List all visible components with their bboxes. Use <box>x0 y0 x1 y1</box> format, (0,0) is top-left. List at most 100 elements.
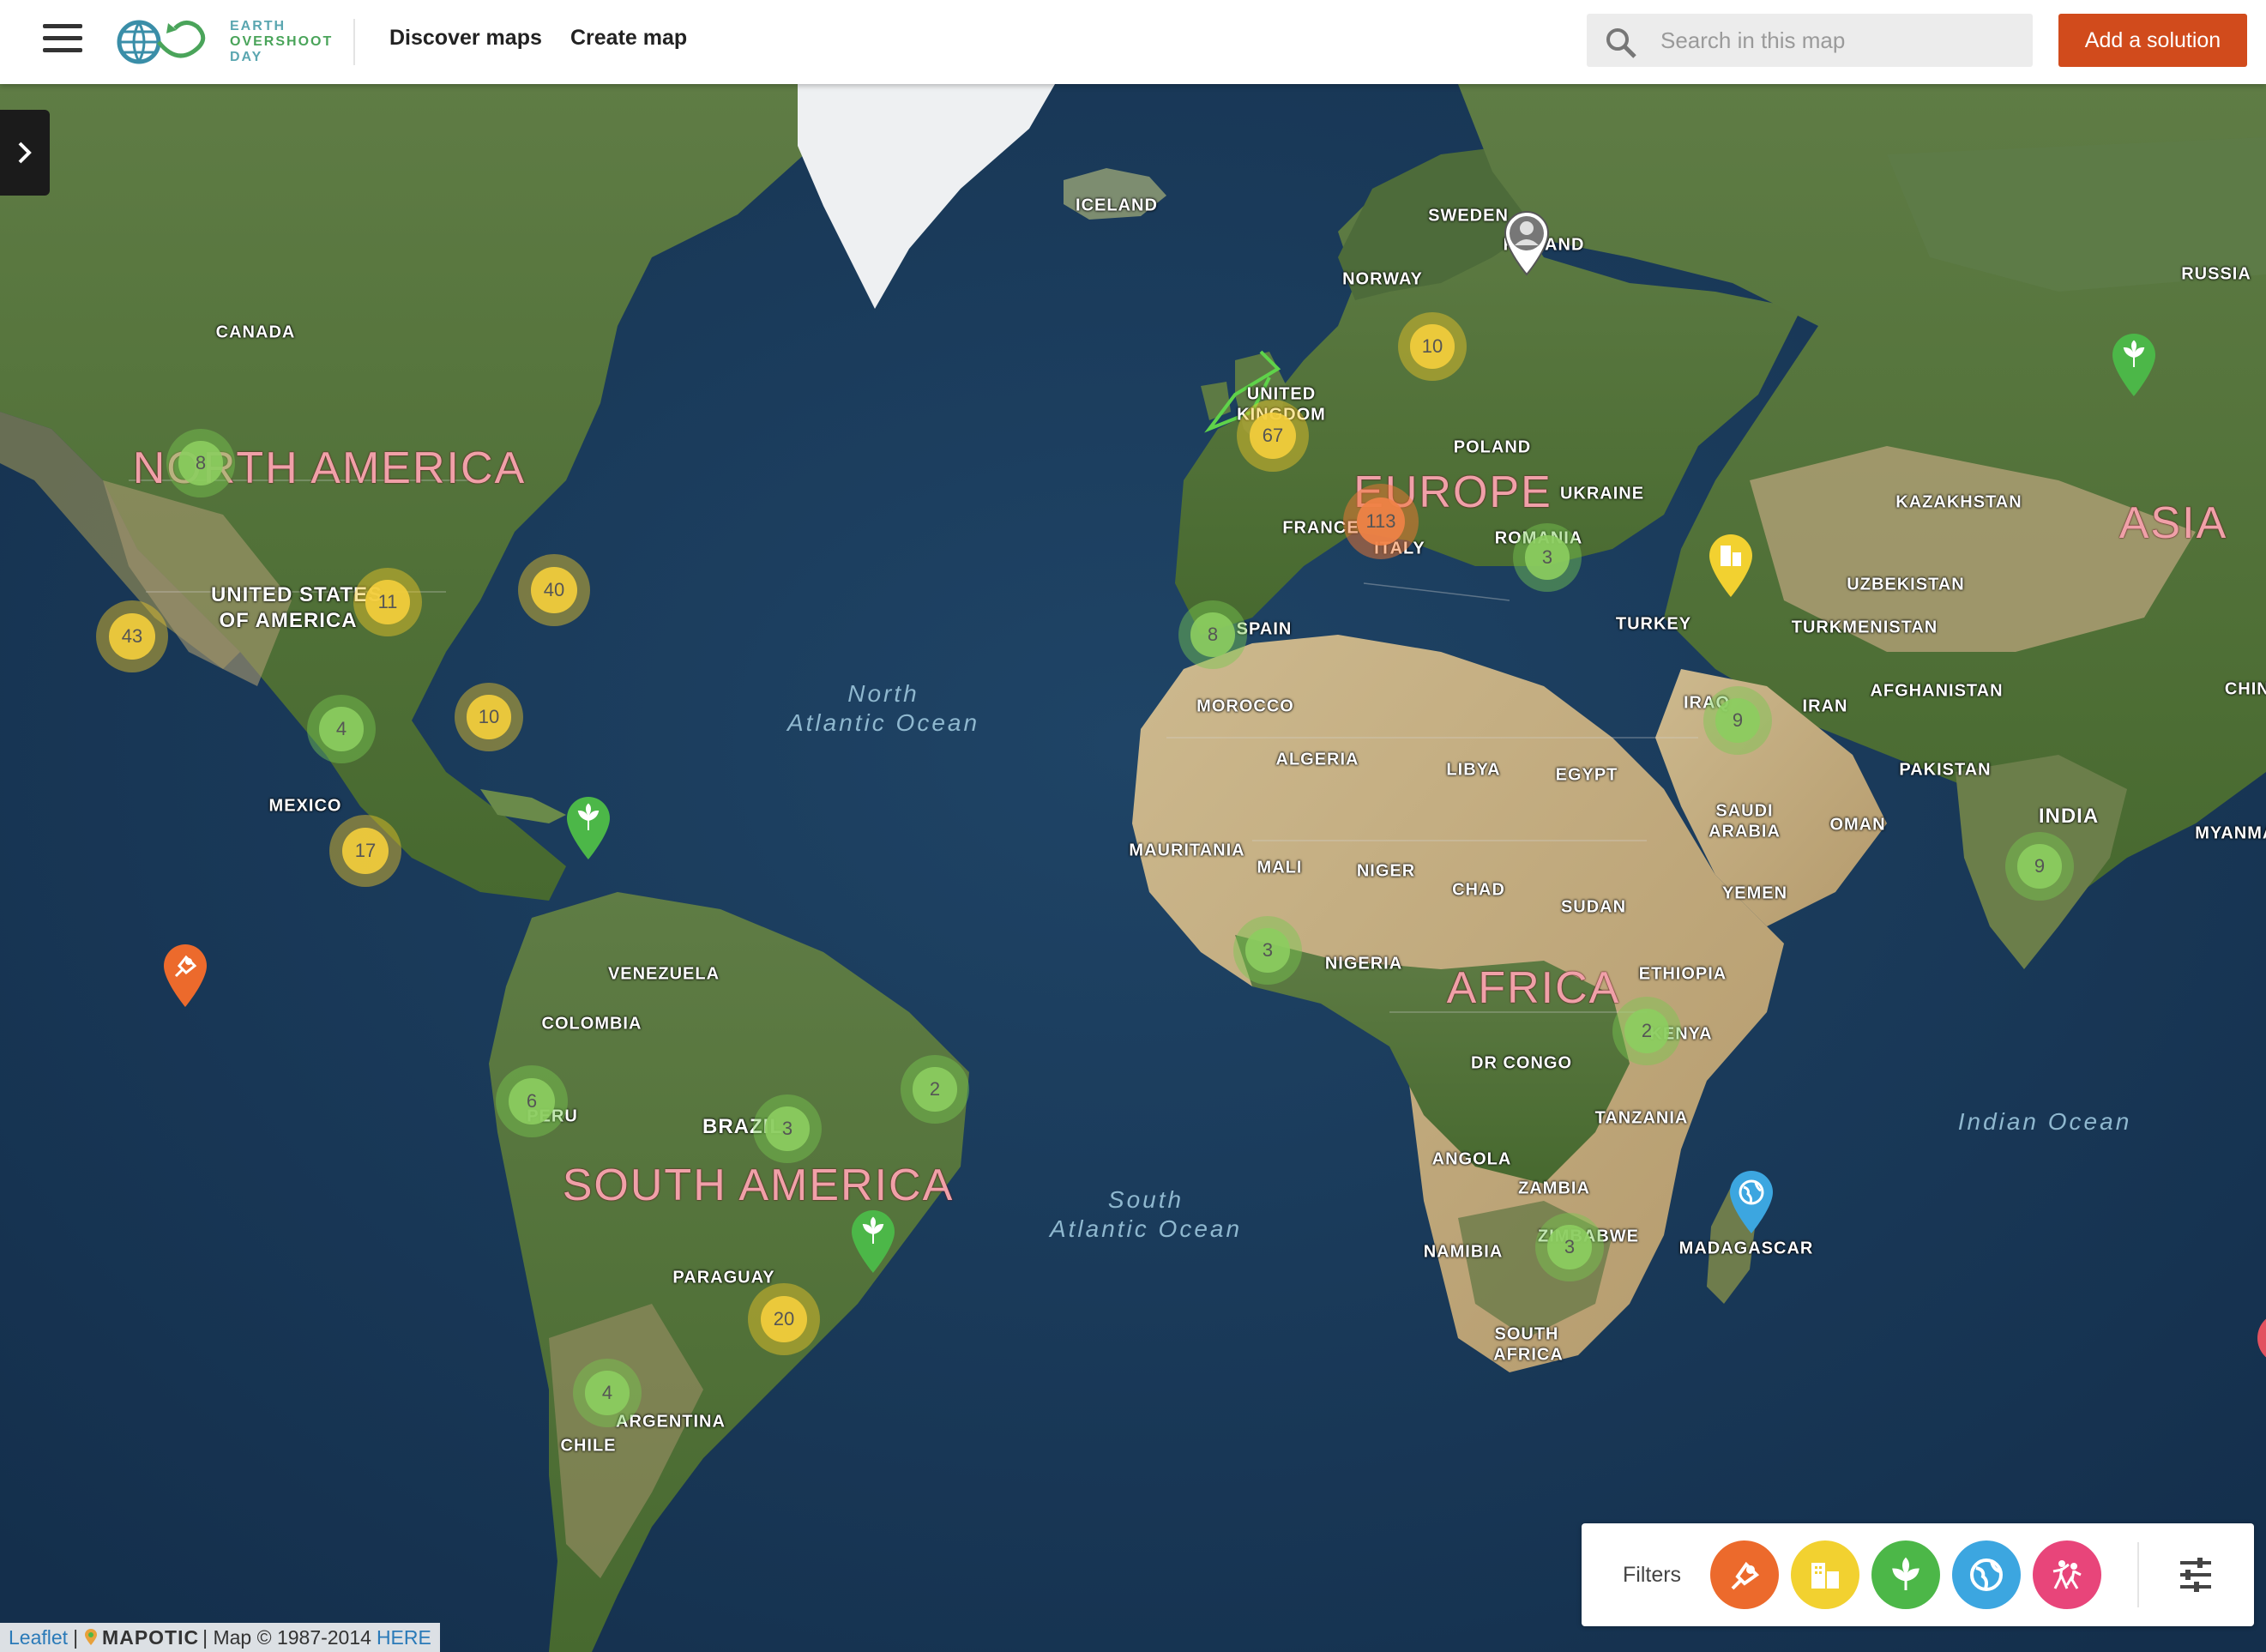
cluster-marker[interactable]: 10 <box>1398 312 1467 381</box>
search-icon[interactable] <box>1604 26 1638 60</box>
earth-overshoot-day-logo[interactable]: EARTH OVERSHOOT DAY <box>115 12 333 72</box>
cluster-count: 113 <box>1356 497 1406 546</box>
cluster-marker[interactable]: 8 <box>166 429 235 497</box>
pin-nature-brazil[interactable] <box>848 1208 898 1275</box>
cluster-count: 6 <box>509 1078 555 1124</box>
pin-avatar[interactable] <box>1502 209 1552 276</box>
building-icon <box>1811 1563 1839 1589</box>
label-south-america: SOUTH AMERICA <box>562 1161 955 1210</box>
cluster-count: 8 <box>178 441 223 485</box>
cluster-count: 8 <box>1190 612 1235 657</box>
mapotic-logo-icon <box>85 1629 98 1645</box>
filter-energy-button[interactable] <box>1710 1540 1779 1609</box>
app: ICELAND SWEDEN FINLAND NORWAY RUSSIA CAN… <box>0 0 2266 1652</box>
chevron-right-icon <box>18 142 32 164</box>
cluster-count: 10 <box>1410 324 1455 369</box>
cluster-marker[interactable]: 10 <box>455 683 523 751</box>
search-box[interactable] <box>1587 14 2033 67</box>
pin-buildings-caucasus[interactable] <box>1706 532 1756 599</box>
cluster-marker[interactable]: 113 <box>1343 484 1419 559</box>
map-credit: | Map © 1987-2014 <box>202 1625 371 1649</box>
filter-planet-button[interactable] <box>1952 1540 2021 1609</box>
cluster-count: 10 <box>467 695 511 739</box>
filter-population-button[interactable] <box>2033 1540 2101 1609</box>
label-asia: ASIA <box>2118 498 2228 548</box>
filters-panel: Filters <box>1582 1523 2254 1626</box>
cluster-marker[interactable]: 9 <box>2005 832 2074 901</box>
logo-line-day: DAY <box>230 50 263 64</box>
filters-label: Filters <box>1623 1563 1682 1587</box>
cluster-marker[interactable]: 3 <box>1513 523 1582 592</box>
here-link[interactable]: HERE <box>377 1626 431 1649</box>
cluster-count: 3 <box>1525 535 1570 580</box>
cluster-count: 67 <box>1250 413 1296 459</box>
logo-text: EARTH OVERSHOOT DAY <box>230 19 333 65</box>
map-canvas[interactable]: ICELAND SWEDEN FINLAND NORWAY RUSSIA CAN… <box>0 0 2266 1652</box>
filter-cities-button[interactable] <box>1791 1540 1859 1609</box>
leaf-icon <box>1892 1557 1919 1590</box>
cluster-count: 4 <box>585 1371 630 1415</box>
cluster-marker[interactable]: 67 <box>1237 400 1309 472</box>
logo-line-overshoot: OVERSHOOT <box>230 34 334 49</box>
top-header: EARTH OVERSHOOT DAY Discover maps Create… <box>0 0 2266 84</box>
cluster-count: 4 <box>319 707 364 751</box>
cluster-count: 2 <box>913 1067 957 1112</box>
cluster-count: 2 <box>1624 1009 1669 1053</box>
menu-icon <box>43 24 82 28</box>
nav-discover-maps[interactable]: Discover maps <box>389 26 542 51</box>
cluster-marker[interactable]: 3 <box>1535 1213 1604 1281</box>
cluster-count: 40 <box>531 567 577 613</box>
globe-icon <box>1970 1559 2003 1591</box>
label-north-atlantic: North Atlantic Ocean <box>786 680 980 736</box>
cluster-count: 3 <box>1245 928 1290 973</box>
cluster-marker[interactable]: 3 <box>1233 916 1302 985</box>
label-indian-ocean: Indian Ocean <box>1957 1108 2132 1135</box>
menu-icon-bar <box>43 48 82 52</box>
people-icon <box>2052 1560 2082 1589</box>
header-divider <box>353 19 355 65</box>
cluster-marker[interactable]: 6 <box>496 1065 568 1137</box>
globe-infinity-logo-icon <box>117 20 206 64</box>
cluster-marker[interactable]: 3 <box>753 1094 822 1163</box>
attribution-separator: | <box>73 1625 79 1649</box>
nav-create-map[interactable]: Create map <box>570 26 687 51</box>
cluster-marker[interactable]: 4 <box>573 1359 642 1427</box>
cluster-count: 20 <box>761 1296 807 1342</box>
cluster-marker[interactable]: 40 <box>518 554 590 626</box>
pin-energy-pacific[interactable] <box>160 942 210 1009</box>
pin-global-madagascar[interactable] <box>1727 1168 1776 1235</box>
cluster-marker[interactable]: 20 <box>748 1283 820 1355</box>
leaflet-link[interactable]: Leaflet <box>9 1626 68 1649</box>
cluster-marker[interactable]: 8 <box>1178 600 1247 669</box>
cluster-marker[interactable]: 17 <box>329 815 401 887</box>
search-input[interactable] <box>1660 14 2021 67</box>
logo-line-earth: EARTH <box>230 19 286 33</box>
mapotic-brand: MAPOTIC <box>102 1625 200 1649</box>
filter-food-button[interactable] <box>1871 1540 1940 1609</box>
cluster-marker[interactable]: 11 <box>353 568 422 636</box>
cluster-marker[interactable]: 4 <box>307 695 376 763</box>
cluster-marker[interactable]: 9 <box>1703 686 1772 755</box>
label-africa: AFRICA <box>1446 963 1621 1013</box>
cluster-count: 9 <box>1715 698 1760 743</box>
plug-icon <box>1731 1561 1760 1590</box>
filters-divider <box>2137 1542 2139 1607</box>
cluster-marker[interactable]: 2 <box>1612 997 1681 1065</box>
hamburger-menu-button[interactable] <box>43 24 82 58</box>
cluster-count: 3 <box>1547 1225 1592 1269</box>
add-solution-button[interactable]: Add a solution <box>2058 14 2247 67</box>
cluster-count: 17 <box>342 828 389 874</box>
sidebar-toggle-button[interactable] <box>0 110 50 196</box>
map-attribution: Leaflet | MAPOTIC | Map © 1987-2014 HERE <box>0 1623 440 1652</box>
menu-icon-bar <box>43 36 82 40</box>
cluster-count: 43 <box>109 613 155 660</box>
label-south-atlantic: South Atlantic Ocean <box>1049 1186 1243 1242</box>
pin-nature-russia[interactable] <box>2109 331 2159 398</box>
cluster-count: 9 <box>2017 844 2062 889</box>
cluster-count: 3 <box>765 1106 810 1151</box>
cluster-marker[interactable]: 43 <box>96 600 168 672</box>
sliders-icon[interactable] <box>2173 1553 2218 1597</box>
pin-nature-caribbean[interactable] <box>563 794 613 861</box>
person-avatar-icon <box>1520 221 1534 235</box>
cluster-marker[interactable]: 2 <box>901 1055 969 1124</box>
